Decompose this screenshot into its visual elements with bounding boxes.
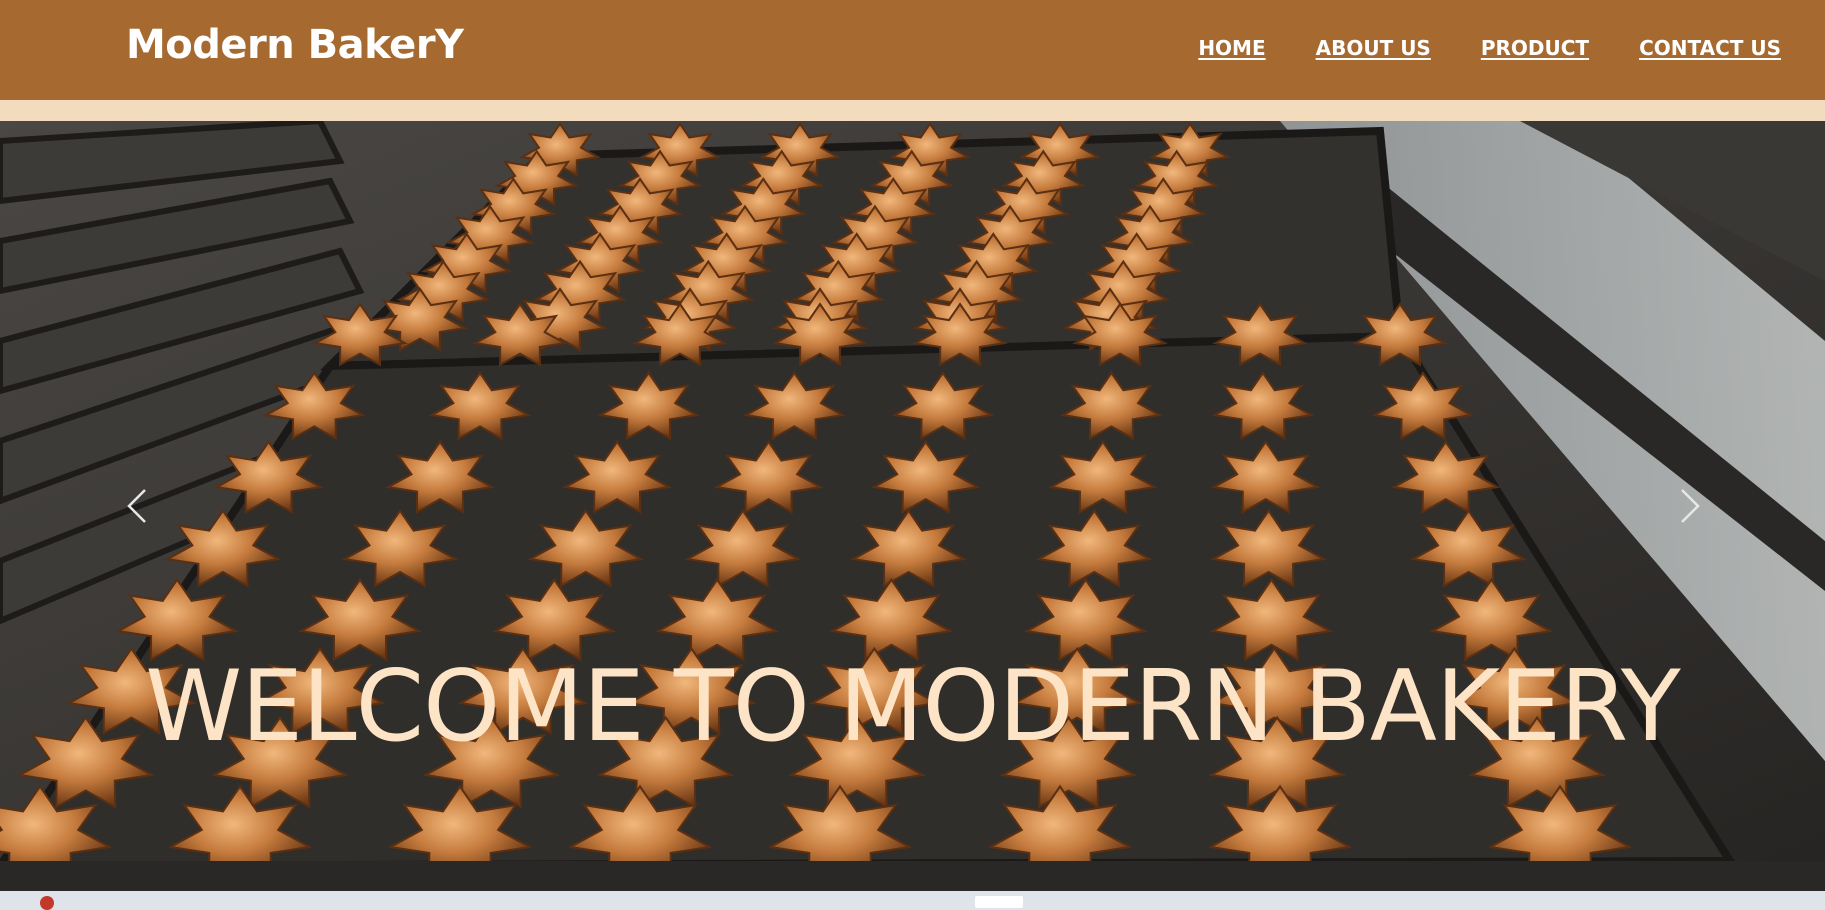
- nav-about-link[interactable]: ABOUT US: [1316, 38, 1431, 58]
- chevron-right-icon: [1681, 489, 1700, 523]
- chevron-left-icon: [127, 489, 146, 523]
- carousel-prev-button[interactable]: [117, 476, 157, 536]
- hero-caption: WELCOME TO MODERN BAKERY: [145, 650, 1681, 764]
- brand-logo[interactable]: Modern BakerY: [126, 25, 464, 65]
- nav-home-link[interactable]: HOME: [1198, 38, 1265, 58]
- carousel-next-button[interactable]: [1670, 476, 1710, 536]
- status-dot: [40, 896, 54, 910]
- hero-image: [0, 121, 1825, 891]
- page-bottom-edge: [0, 891, 1825, 902]
- bottom-chip: [975, 896, 1023, 908]
- hero-carousel: WELCOME TO MODERN BAKERY: [0, 121, 1825, 891]
- nav-product-link[interactable]: PRODUCT: [1481, 38, 1589, 58]
- navbar: Modern BakerY HOME ABOUT US PRODUCT CONT…: [0, 0, 1825, 100]
- header-divider: [0, 100, 1825, 121]
- nav-contact-link[interactable]: CONTACT US: [1639, 38, 1781, 58]
- nav-links: HOME ABOUT US PRODUCT CONTACT US: [1198, 38, 1781, 58]
